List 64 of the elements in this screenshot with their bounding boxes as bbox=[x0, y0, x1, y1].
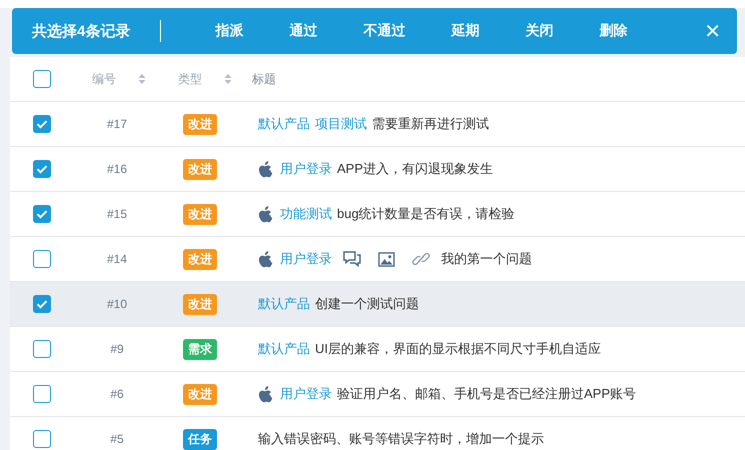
type-tag: 需求 bbox=[183, 338, 217, 360]
issue-number: #9 bbox=[109, 342, 125, 356]
checkbox[interactable] bbox=[33, 295, 51, 313]
issue-number: #10 bbox=[106, 297, 128, 311]
table-row[interactable]: #9 需求 默认产品 UI层的兼容，界面的显示根据不同尺寸手机自适应 bbox=[10, 327, 745, 372]
checkbox[interactable] bbox=[33, 430, 51, 448]
table-row[interactable]: #5 任务 输入错误密码、账号等错误字符时，增加一个提示 bbox=[10, 417, 745, 450]
checkbox[interactable] bbox=[33, 115, 51, 133]
issue-number: #6 bbox=[109, 387, 125, 401]
column-header[interactable]: 标题 bbox=[252, 72, 276, 86]
checkbox[interactable] bbox=[33, 250, 51, 268]
type-tag: 改进 bbox=[183, 158, 217, 180]
type-tag: 改进 bbox=[183, 248, 217, 270]
sort-icon[interactable] bbox=[224, 73, 232, 85]
issue-number: #14 bbox=[106, 252, 128, 266]
category-link[interactable]: 功能测试 bbox=[280, 205, 332, 223]
type-tag: 任务 bbox=[183, 428, 217, 450]
issue-number: #5 bbox=[109, 432, 125, 446]
category-link[interactable]: 默认产品 bbox=[258, 340, 310, 358]
issue-title: 验证用户名、邮箱、手机号是否已经注册过APP账号 bbox=[337, 385, 636, 403]
checkbox[interactable] bbox=[33, 205, 51, 223]
action-button[interactable]: 关闭 bbox=[525, 22, 554, 40]
type-tag: 改进 bbox=[183, 294, 217, 314]
category-link[interactable]: 默认产品 bbox=[258, 295, 310, 313]
close-button[interactable]: ✕ bbox=[688, 19, 737, 43]
category-link[interactable]: 默认产品 bbox=[258, 115, 310, 133]
comment-icon[interactable] bbox=[343, 251, 361, 267]
column-header[interactable]: 类型 bbox=[178, 70, 202, 88]
table-row[interactable]: #10 改进 默认产品 创建一个测试问题 bbox=[10, 282, 745, 327]
category-link[interactable]: 用户登录 bbox=[280, 385, 332, 403]
type-tag: 改进 bbox=[183, 384, 217, 404]
table-row[interactable]: #15 改进 功能测试 bug统计数量是否有误，请检验 bbox=[10, 192, 745, 237]
checkbox[interactable] bbox=[33, 160, 51, 178]
category-link[interactable]: 项目测试 bbox=[315, 115, 367, 133]
selection-count: 共选择4条记录 bbox=[32, 22, 130, 40]
issue-number: #17 bbox=[106, 117, 128, 131]
issue-number: #15 bbox=[106, 207, 128, 221]
checkbox[interactable] bbox=[33, 385, 51, 403]
category-link[interactable]: 用户登录 bbox=[280, 160, 332, 178]
table-row[interactable]: #6 改进 用户登录 验证用户名、邮箱、手机号是否已经注册过APP账号 bbox=[10, 372, 745, 417]
checkbox[interactable] bbox=[33, 340, 51, 358]
issue-title: APP进入，有闪退现象发生 bbox=[337, 160, 494, 178]
type-tag: 改进 bbox=[183, 204, 217, 224]
action-button[interactable]: 删除 bbox=[599, 22, 628, 40]
link-icon[interactable] bbox=[412, 250, 430, 268]
issue-title: 创建一个测试问题 bbox=[315, 295, 419, 313]
type-tag: 改进 bbox=[183, 114, 217, 134]
action-button[interactable]: 通过 bbox=[289, 22, 318, 40]
checkbox[interactable] bbox=[33, 70, 51, 88]
action-button[interactable]: 指派 bbox=[215, 22, 244, 40]
issue-title: bug统计数量是否有误，请检验 bbox=[337, 205, 515, 223]
issue-title: 输入错误密码、账号等错误字符时，增加一个提示 bbox=[258, 430, 544, 448]
category-link[interactable]: 用户登录 bbox=[280, 250, 332, 268]
table-row[interactable]: #17 改进 默认产品 项目测试 需要重新再进行测试 bbox=[10, 102, 745, 147]
image-icon[interactable] bbox=[378, 252, 395, 266]
sort-icon[interactable] bbox=[138, 73, 146, 85]
issue-number: #16 bbox=[106, 162, 128, 176]
table-row[interactable]: #16 改进 用户登录 APP进入，有闪退现象发生 bbox=[10, 147, 745, 192]
column-header[interactable]: 编号 bbox=[92, 70, 116, 88]
issue-title: 我的第一个问题 bbox=[441, 250, 532, 268]
action-button[interactable]: 不通过 bbox=[363, 22, 406, 40]
action-button[interactable]: 延期 bbox=[451, 22, 480, 40]
issue-title: 需要重新再进行测试 bbox=[372, 115, 489, 133]
issue-title: UI层的兼容，界面的显示根据不同尺寸手机自适应 bbox=[315, 340, 601, 358]
